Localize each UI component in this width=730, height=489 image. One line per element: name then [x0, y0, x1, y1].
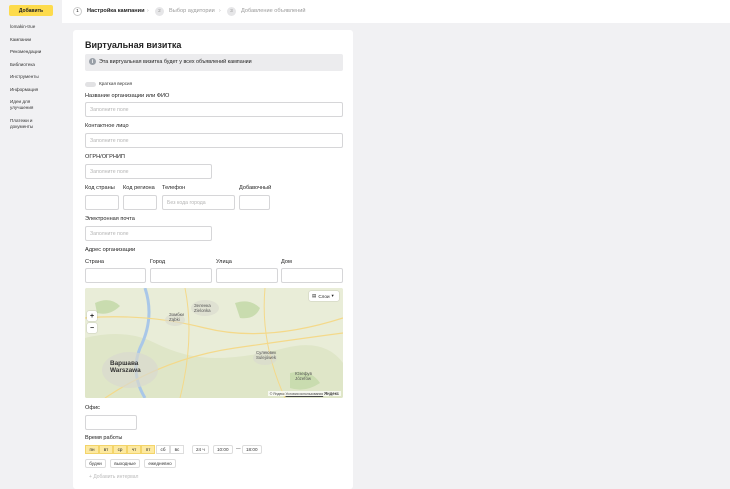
map-copyright: © Яндекс: [269, 392, 285, 396]
sidebar-item-recommendations[interactable]: Рекомендации: [10, 49, 56, 55]
email-input[interactable]: Заполните поле: [85, 226, 212, 241]
map-label-zielonka: Зеленка Zielonka: [194, 303, 211, 313]
sidebar-item-information[interactable]: Информация: [10, 87, 56, 93]
step-2-number[interactable]: 2: [155, 7, 164, 16]
ogrn-label: ОГРН/ОГРНИП: [85, 154, 125, 160]
extension-label: Добавочный: [239, 185, 272, 191]
map-label-warsaw: Варшава Warszawa: [110, 360, 141, 374]
yandex-logo: Яндекс: [324, 391, 339, 396]
street-input[interactable]: [216, 268, 278, 283]
org-name-input[interactable]: Заполните поле: [85, 102, 343, 117]
day-thu-toggle[interactable]: чт: [127, 445, 141, 454]
zoom-in-button[interactable]: +: [87, 311, 97, 321]
short-version-toggle[interactable]: [85, 82, 96, 87]
add-interval-label: Добавить интервал: [93, 474, 139, 480]
region-code-input[interactable]: [123, 195, 157, 210]
day-sun-toggle[interactable]: вс: [170, 445, 184, 454]
map-terms-link[interactable]: Условия использования: [286, 392, 324, 396]
chevron-right-icon: ›: [219, 8, 221, 14]
day-mon-toggle[interactable]: пн: [85, 445, 99, 454]
phone-input[interactable]: Без кода города: [162, 195, 235, 210]
preset-weekends-button[interactable]: выходные: [110, 459, 140, 468]
day-wed-toggle[interactable]: ср: [113, 445, 127, 454]
layers-label: Слои: [318, 293, 330, 299]
info-icon: i: [89, 58, 96, 65]
map-label-jozefow: Юзефув Józefów: [295, 371, 312, 381]
day-sat-toggle[interactable]: сб: [156, 445, 170, 454]
chevron-down-icon: ▾: [331, 293, 334, 298]
office-label: Офис: [85, 405, 100, 411]
map-label-zabki: Зомбки Ząbki: [169, 312, 184, 322]
time-to-input[interactable]: 18:00: [242, 445, 262, 454]
day-tue-toggle[interactable]: вт: [99, 445, 113, 454]
step-3-number[interactable]: 3: [227, 7, 236, 16]
sidebar-item-library[interactable]: Библиотека: [10, 62, 56, 68]
short-version-label: Краткая версия: [99, 81, 133, 86]
step-3-label[interactable]: Добавление объявлений: [241, 8, 305, 15]
map-background: [85, 288, 343, 398]
steps-bar: 1 Настройка кампании › 2 Выбор аудитории…: [62, 0, 730, 23]
preset-daily-button[interactable]: ежедневно: [144, 459, 176, 468]
ogrn-input[interactable]: Заполните поле: [85, 164, 212, 179]
city-input[interactable]: [150, 268, 212, 283]
map-footer: © Яндекс Условия использования Яндекс: [267, 391, 341, 396]
map-label-sulejowek: Сулеювек Sulejówek: [256, 350, 277, 360]
sidebar-item-campaigns[interactable]: Кампании: [10, 37, 56, 43]
layers-icon: ▤: [312, 293, 317, 298]
preset-weekdays-button[interactable]: будни: [85, 459, 106, 468]
plus-icon: +: [89, 474, 92, 480]
app-page: Добавить lomakin-truе Кампании Рекоменда…: [0, 0, 730, 489]
region-code-label: Код региона: [123, 185, 155, 191]
address-label: Адрес организации: [85, 247, 136, 253]
day-fri-toggle[interactable]: пт: [141, 445, 155, 454]
extension-input[interactable]: [239, 195, 270, 210]
sidebar-item-tools[interactable]: Инструменты: [10, 74, 56, 80]
country-code-input[interactable]: [85, 195, 119, 210]
step-2-label[interactable]: Выбор аудитории: [169, 8, 215, 15]
add-interval-link[interactable]: + Добавить интервал: [89, 474, 138, 480]
city-label: Город: [150, 259, 166, 265]
contact-label: Контактное лицо: [85, 123, 129, 129]
add-button[interactable]: Добавить: [9, 5, 53, 16]
step-1-number[interactable]: 1: [73, 7, 82, 16]
contact-input[interactable]: Заполните поле: [85, 133, 343, 148]
sidebar: Добавить lomakin-truе Кампании Рекоменда…: [0, 0, 62, 489]
layers-button[interactable]: ▤ Слои ▾: [309, 291, 339, 301]
org-name-label: Название организации или ФИО: [85, 93, 170, 99]
country-label: Страна: [85, 259, 105, 265]
house-input[interactable]: [281, 268, 343, 283]
page-title: Виртуальная визитка: [85, 40, 182, 50]
sidebar-item-payments[interactable]: Платежи и документы: [10, 118, 44, 130]
phone-label: Телефон: [162, 185, 186, 191]
info-banner: i Эта виртуальная визитка будет у всех о…: [85, 54, 343, 71]
info-text: Эта виртуальная визитка будет у всех объ…: [99, 59, 252, 65]
address-map[interactable]: ▤ Слои ▾ + − Зеленка Zielonka Зомбки Ząb…: [85, 288, 343, 398]
house-label: Дом: [281, 259, 292, 265]
chevron-right-icon: ›: [147, 8, 149, 14]
office-input[interactable]: [85, 415, 137, 430]
zoom-out-button[interactable]: −: [87, 323, 97, 333]
mode-24h-toggle[interactable]: 24 ч: [192, 445, 209, 454]
step-1-label[interactable]: Настройка кампании: [87, 8, 145, 15]
email-label: Электронная почта: [85, 216, 135, 222]
country-code-label: Код страны: [85, 185, 115, 191]
business-card-form: Виртуальная визитка i Эта виртуальная ви…: [73, 30, 353, 489]
sidebar-item-account[interactable]: lomakin-truе: [10, 24, 56, 30]
street-label: Улица: [216, 259, 232, 265]
time-from-input[interactable]: 10:00: [213, 445, 233, 454]
hours-label: Время работы: [85, 435, 123, 441]
sidebar-item-ideas[interactable]: Идеи для улучшения: [10, 99, 44, 111]
time-range-dash: —: [236, 446, 241, 451]
country-input[interactable]: [85, 268, 146, 283]
